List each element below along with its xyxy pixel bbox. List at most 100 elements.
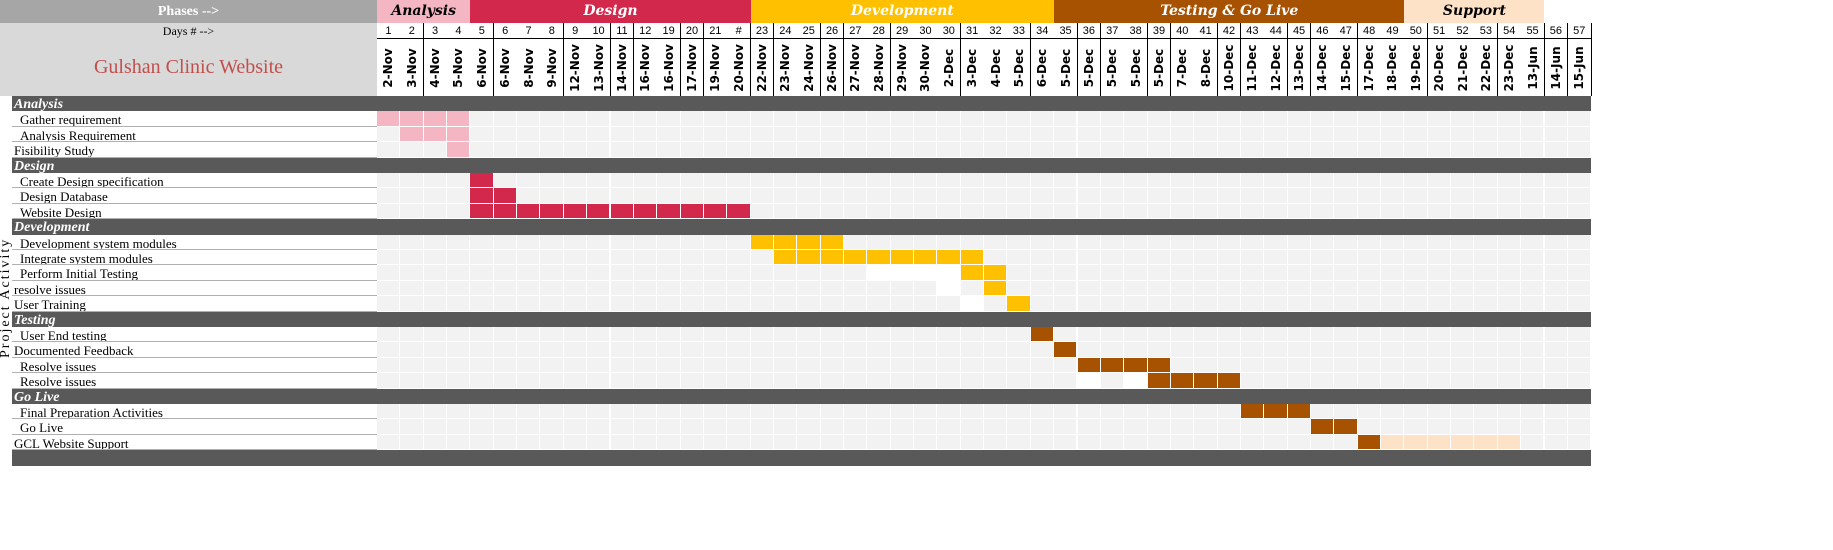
gantt-grid-cell[interactable] — [517, 126, 541, 143]
gantt-grid-cell[interactable] — [1030, 434, 1055, 451]
task-row-label[interactable]: Integrate system modules — [12, 250, 377, 266]
gantt-grid-cell[interactable] — [1287, 265, 1311, 281]
gantt-grid-cell[interactable] — [1427, 203, 1452, 220]
gantt-grid-cell[interactable] — [1427, 357, 1452, 374]
gantt-grid-cell[interactable] — [914, 111, 938, 127]
gantt-grid-cell[interactable] — [587, 111, 611, 127]
date-header-cell[interactable]: 26-Nov — [820, 39, 845, 96]
date-header-cell[interactable]: 5-Dec — [1147, 39, 1172, 96]
gantt-grid-cell[interactable] — [517, 342, 541, 358]
gantt-grid-cell[interactable] — [703, 342, 728, 358]
gantt-grid-cell[interactable] — [1334, 342, 1358, 358]
gantt-grid-cell[interactable] — [1264, 126, 1288, 143]
gantt-grid-cell[interactable] — [1521, 404, 1545, 420]
gantt-grid-cell[interactable] — [1357, 173, 1382, 189]
gantt-grid-cell[interactable] — [1030, 126, 1055, 143]
gantt-grid-cell[interactable] — [1077, 419, 1101, 435]
gantt-grid-cell[interactable] — [587, 126, 611, 143]
gantt-grid-cell[interactable] — [1357, 357, 1382, 374]
gantt-grid-cell[interactable] — [937, 296, 961, 312]
gantt-grid-cell[interactable] — [563, 357, 588, 374]
gantt-grid-cell[interactable] — [727, 142, 751, 158]
gantt-grid-cell[interactable] — [1054, 126, 1078, 143]
gantt-grid-cell[interactable] — [820, 434, 844, 451]
gantt-grid-cell[interactable] — [1147, 142, 1171, 158]
gantt-grid-cell[interactable] — [727, 419, 751, 435]
gantt-grid-cell[interactable] — [680, 342, 704, 358]
gantt-grid-cell[interactable] — [1381, 265, 1405, 281]
gantt-grid-cell[interactable] — [1521, 234, 1545, 250]
gantt-grid-cell[interactable] — [1404, 327, 1428, 343]
gantt-grid-cell[interactable] — [844, 126, 868, 143]
gantt-grid-cell[interactable] — [447, 234, 471, 250]
gantt-grid-cell[interactable] — [984, 419, 1008, 435]
gantt-grid-cell[interactable] — [1194, 111, 1218, 127]
gantt-grid-cell[interactable] — [1544, 188, 1568, 204]
gantt-grid-cell[interactable] — [1217, 357, 1241, 374]
day-number-cell[interactable]: 30 — [914, 23, 938, 39]
gantt-grid-cell[interactable] — [1567, 419, 1592, 435]
gantt-grid-cell[interactable] — [423, 373, 448, 389]
gantt-grid-cell[interactable] — [867, 434, 891, 451]
gantt-grid-cell[interactable] — [1100, 373, 1125, 389]
gantt-grid-cell[interactable] — [587, 327, 611, 343]
gantt-grid-cell[interactable] — [400, 265, 424, 281]
gantt-grid-cell[interactable] — [1100, 126, 1125, 143]
gantt-grid-cell[interactable] — [447, 357, 471, 374]
gantt-grid-cell[interactable] — [447, 419, 471, 435]
gantt-grid-cell[interactable] — [377, 142, 401, 158]
gantt-grid-cell[interactable] — [610, 373, 634, 389]
gantt-grid-cell[interactable] — [844, 188, 868, 204]
gantt-grid-cell[interactable] — [447, 296, 471, 312]
gantt-bar-cell[interactable] — [1007, 296, 1031, 312]
phase-row-label[interactable]: Design — [12, 157, 377, 173]
gantt-grid-cell[interactable] — [563, 173, 588, 189]
gantt-grid-cell[interactable] — [1357, 111, 1382, 127]
date-header-cell[interactable]: 7-Dec — [1170, 39, 1195, 96]
date-header-cell[interactable]: 9-Nov — [540, 39, 565, 96]
gantt-grid-cell[interactable] — [493, 327, 518, 343]
day-number-cell[interactable]: 47 — [1334, 23, 1359, 39]
gantt-grid-cell[interactable] — [1451, 327, 1475, 343]
gantt-grid-cell[interactable] — [773, 327, 798, 343]
gantt-grid-cell[interactable] — [610, 173, 634, 189]
gantt-grid-cell[interactable] — [1311, 373, 1335, 389]
gantt-grid-cell[interactable] — [1357, 404, 1382, 420]
gantt-grid-cell[interactable] — [1311, 126, 1335, 143]
date-header-cell[interactable]: 28-Nov — [867, 39, 892, 96]
gantt-grid-cell[interactable] — [1077, 404, 1101, 420]
gantt-grid-cell[interactable] — [1264, 142, 1288, 158]
gantt-grid-cell[interactable] — [540, 188, 564, 204]
gantt-bar-cell[interactable] — [820, 234, 844, 250]
gantt-grid-cell[interactable] — [1451, 203, 1475, 220]
gantt-grid-cell[interactable] — [1100, 142, 1125, 158]
gantt-grid-cell[interactable] — [1427, 265, 1452, 281]
gantt-grid-cell[interactable] — [1357, 342, 1382, 358]
gantt-grid-cell[interactable] — [1194, 434, 1218, 451]
gantt-grid-cell[interactable] — [470, 357, 494, 374]
gantt-grid-cell[interactable] — [1287, 434, 1311, 451]
gantt-grid-cell[interactable] — [750, 327, 774, 343]
gantt-grid-cell[interactable] — [890, 373, 915, 389]
gantt-grid-cell[interactable] — [657, 327, 681, 343]
day-number-cell[interactable]: 53 — [1474, 23, 1499, 39]
gantt-grid-cell[interactable] — [540, 419, 564, 435]
gantt-grid-cell[interactable] — [1521, 188, 1545, 204]
gantt-grid-cell[interactable] — [1544, 357, 1568, 374]
gantt-grid-cell[interactable] — [1474, 357, 1498, 374]
gantt-grid-cell[interactable] — [1427, 280, 1452, 297]
gantt-grid-cell[interactable] — [1427, 404, 1452, 420]
gantt-grid-cell[interactable] — [1240, 265, 1265, 281]
gantt-grid-cell[interactable] — [914, 126, 938, 143]
gantt-grid-cell[interactable] — [1054, 203, 1078, 220]
gantt-grid-cell[interactable] — [1007, 126, 1031, 143]
gantt-grid-cell[interactable] — [703, 327, 728, 343]
gantt-grid-cell[interactable] — [1240, 419, 1265, 435]
gantt-grid-cell[interactable] — [657, 234, 681, 250]
gantt-grid-cell[interactable] — [960, 357, 985, 374]
day-number-cell[interactable]: 45 — [1287, 23, 1312, 39]
phase-row-label[interactable]: Analysis — [12, 96, 377, 112]
gantt-bar-cell[interactable] — [423, 126, 448, 143]
gantt-grid-cell[interactable] — [1497, 419, 1522, 435]
gantt-grid-cell[interactable] — [423, 404, 448, 420]
